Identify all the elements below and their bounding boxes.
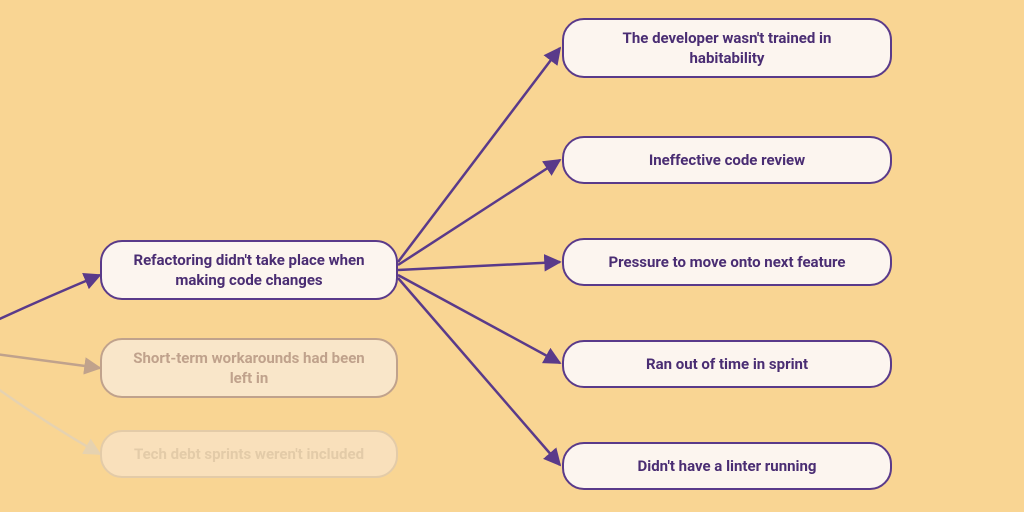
- node-left-main: Refactoring didn't take place when makin…: [100, 240, 398, 300]
- edge-in-faded1: [0, 352, 100, 368]
- node-label: Tech debt sprints weren't included: [134, 444, 364, 464]
- diagram-canvas: Refactoring didn't take place when makin…: [0, 0, 1024, 512]
- edge-in-main: [0, 275, 100, 328]
- edge-to-r4: [398, 278, 560, 465]
- node-label: Didn't have a linter running: [638, 456, 817, 476]
- node-label: Short-term workarounds had been left in: [124, 348, 374, 389]
- node-label: Ineffective code review: [649, 150, 805, 170]
- node-left-faded1: Short-term workarounds had been left in: [100, 338, 398, 398]
- edge-to-r3: [398, 275, 560, 363]
- node-right-0: The developer wasn't trained in habitabi…: [562, 18, 892, 78]
- node-label: Pressure to move onto next feature: [608, 252, 845, 272]
- edge-in-faded2: [0, 376, 100, 454]
- edge-to-r2: [398, 262, 560, 270]
- node-left-faded2: Tech debt sprints weren't included: [100, 430, 398, 478]
- node-label: The developer wasn't trained in habitabi…: [586, 28, 868, 69]
- node-right-3: Ran out of time in sprint: [562, 340, 892, 388]
- node-label: Ran out of time in sprint: [646, 354, 808, 374]
- node-right-2: Pressure to move onto next feature: [562, 238, 892, 286]
- node-right-1: Ineffective code review: [562, 136, 892, 184]
- edge-to-r1: [398, 160, 560, 265]
- node-right-4: Didn't have a linter running: [562, 442, 892, 490]
- edge-to-r0: [398, 48, 560, 262]
- node-label: Refactoring didn't take place when makin…: [124, 250, 374, 291]
